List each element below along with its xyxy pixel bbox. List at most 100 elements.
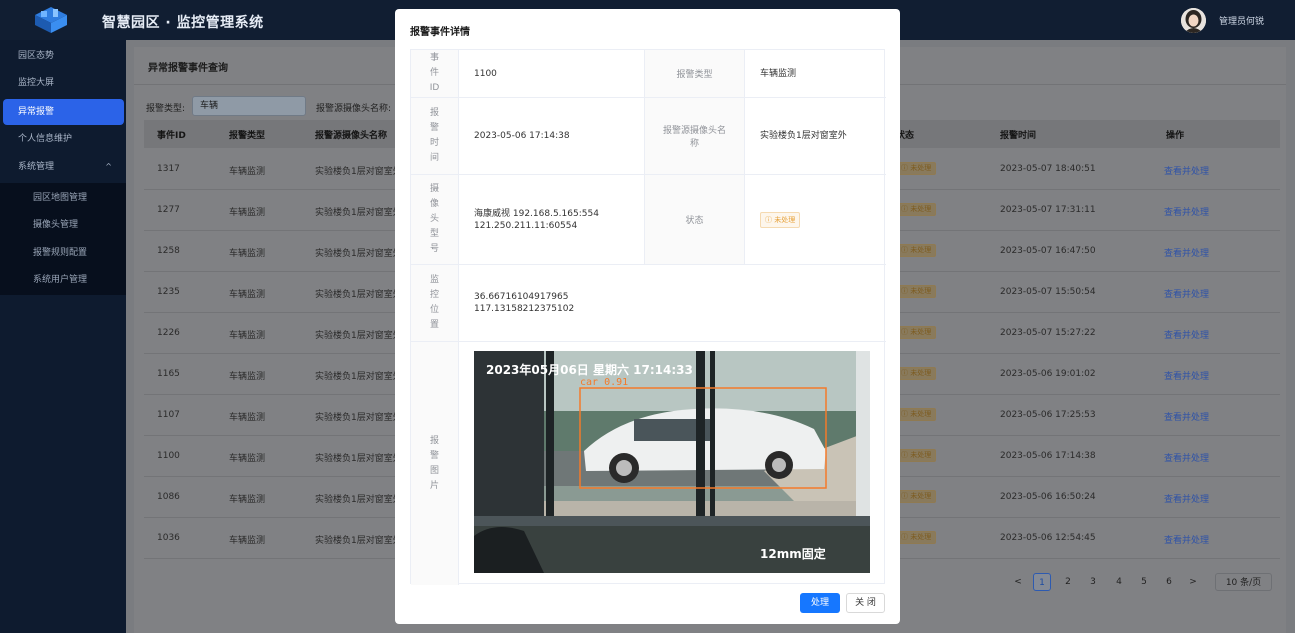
view-and-process-link[interactable]: 查看并处理 bbox=[1164, 164, 1209, 177]
view-and-process-link[interactable]: 查看并处理 bbox=[1164, 205, 1209, 218]
alarm-detail-dialog: 报警事件详情 事件ID 1100 报警类型 车辆监测 报警时间 2023-05-… bbox=[395, 9, 900, 624]
cell-alarm-type: 车辆监测 bbox=[229, 372, 266, 382]
avatar[interactable] bbox=[1181, 8, 1206, 33]
cell-alarm-type: 车辆监测 bbox=[229, 249, 266, 259]
status-badge: ⓘ 未处理 bbox=[896, 449, 937, 462]
sidebar-item-label: 系统管理 bbox=[18, 162, 55, 172]
view-and-process-link[interactable]: 查看并处理 bbox=[1164, 369, 1209, 382]
process-button[interactable]: 处理 bbox=[800, 593, 840, 613]
th-event-id: 事件ID bbox=[157, 131, 186, 141]
close-button[interactable]: 关 闭 bbox=[846, 593, 885, 613]
cell-camera-name: 实验楼负1层对窗室外 bbox=[315, 495, 402, 505]
detection-label: car 0.91 bbox=[580, 377, 628, 388]
status-badge: ⓘ 未处理 bbox=[760, 211, 801, 228]
page-2-button[interactable]: 2 bbox=[1059, 573, 1077, 591]
status-badge: ⓘ 未处理 bbox=[896, 285, 937, 298]
page-6-button[interactable]: 6 bbox=[1160, 573, 1178, 591]
status-badge: ⓘ 未处理 bbox=[896, 162, 937, 175]
filter-type-label: 报警类型: bbox=[146, 104, 186, 114]
view-and-process-link[interactable]: 查看并处理 bbox=[1164, 492, 1209, 505]
cell-event-id: 1258 bbox=[157, 246, 180, 256]
label-camera-name: 报警源摄像头名称 bbox=[645, 98, 745, 175]
cell-event-id: 1100 bbox=[157, 451, 180, 461]
value-status: ⓘ 未处理 bbox=[745, 175, 886, 265]
page-4-button[interactable]: 4 bbox=[1110, 573, 1128, 591]
label-image: 报警图片 bbox=[411, 342, 459, 585]
cell-alarm-type: 车辆监测 bbox=[229, 495, 266, 505]
cell-alarm-type: 车辆监测 bbox=[229, 167, 266, 177]
alarm-image[interactable]: car 0.91 2023年05月06日 星期六 17:14:33 12mm固定 bbox=[474, 351, 870, 573]
photo-timestamp: 2023年05月06日 星期六 17:14:33 bbox=[486, 362, 693, 377]
cell-event-id: 1165 bbox=[157, 369, 180, 379]
view-and-process-link[interactable]: 查看并处理 bbox=[1164, 533, 1209, 546]
sidebar-item-system[interactable]: 系统管理 ^ bbox=[0, 154, 126, 180]
cell-event-id: 1277 bbox=[157, 205, 180, 215]
page-size-select[interactable]: 10 条/页 bbox=[1215, 573, 1272, 591]
value-camera-name: 实验楼负1层对窗室外 bbox=[745, 98, 886, 175]
view-and-process-link[interactable]: 查看并处理 bbox=[1164, 287, 1209, 300]
sidebar-item-park-overview[interactable]: 园区态势 bbox=[0, 43, 126, 69]
camera-model-line-2: 121.250.211.11:60554 bbox=[474, 220, 578, 231]
status-badge: ⓘ 未处理 bbox=[896, 244, 937, 257]
th-camera-name: 报警源摄像头名称 bbox=[315, 131, 388, 141]
sidebar-item-users[interactable]: 系统用户管理 bbox=[0, 267, 126, 293]
value-location: 36.66716104917965 117.13158212375102 bbox=[459, 265, 886, 342]
cell-alarm-type: 车辆监测 bbox=[229, 290, 266, 300]
app-logo-icon bbox=[35, 7, 67, 33]
cell-alarm-time: 2023-05-07 15:50:54 bbox=[1000, 287, 1096, 297]
alarm-photo-icon: car 0.91 2023年05月06日 星期六 17:14:33 12mm固定 bbox=[474, 351, 870, 573]
cell-alarm-time: 2023-05-06 19:01:02 bbox=[1000, 369, 1096, 379]
app-title: 智慧园区 · 监控管理系统 bbox=[102, 15, 264, 31]
status-badge: ⓘ 未处理 bbox=[896, 203, 937, 216]
status-badge: ⓘ 未处理 bbox=[896, 367, 937, 380]
label-event-id: 事件ID bbox=[411, 50, 459, 98]
sidebar-item-cameras[interactable]: 摄像头管理 bbox=[0, 212, 126, 238]
cell-event-id: 1107 bbox=[157, 410, 180, 420]
sidebar-item-monitor-screen[interactable]: 监控大屏 bbox=[0, 70, 126, 96]
cell-camera-name: 实验楼负1层对窗室外 bbox=[315, 249, 402, 259]
cell-alarm-time: 2023-05-07 17:31:11 bbox=[1000, 205, 1096, 215]
cell-alarm-time: 2023-05-07 18:40:51 bbox=[1000, 164, 1096, 174]
sidebar-item-map[interactable]: 园区地图管理 bbox=[0, 185, 126, 211]
cell-alarm-time: 2023-05-06 17:25:53 bbox=[1000, 410, 1096, 420]
cell-camera-name: 实验楼负1层对窗室外 bbox=[315, 413, 402, 423]
value-event-id: 1100 bbox=[459, 50, 645, 98]
cell-alarm-time: 2023-05-07 16:47:50 bbox=[1000, 246, 1096, 256]
page-5-button[interactable]: 5 bbox=[1135, 573, 1153, 591]
cell-alarm-type: 车辆监测 bbox=[229, 413, 266, 423]
cell-camera-name: 实验楼负1层对窗室外 bbox=[315, 331, 402, 341]
prev-page-button[interactable]: < bbox=[1009, 573, 1027, 591]
sidebar-item-alarms[interactable]: 异常报警 bbox=[3, 99, 124, 125]
filter-camera-label: 报警源摄像头名称: bbox=[316, 104, 392, 114]
label-status: 状态 bbox=[645, 175, 745, 265]
view-and-process-link[interactable]: 查看并处理 bbox=[1164, 328, 1209, 341]
view-and-process-link[interactable]: 查看并处理 bbox=[1164, 246, 1209, 259]
page-3-button[interactable]: 3 bbox=[1084, 573, 1102, 591]
th-actions: 操作 bbox=[1166, 131, 1185, 141]
view-and-process-link[interactable]: 查看并处理 bbox=[1164, 451, 1209, 464]
cell-camera-name: 实验楼负1层对窗室外 bbox=[315, 536, 402, 546]
next-page-button[interactable]: > bbox=[1184, 573, 1202, 591]
cell-alarm-type: 车辆监测 bbox=[229, 331, 266, 341]
page-1-button[interactable]: 1 bbox=[1033, 573, 1051, 591]
cell-camera-name: 实验楼负1层对窗室外 bbox=[315, 290, 402, 300]
dialog-title: 报警事件详情 bbox=[410, 27, 470, 38]
sidebar-item-alarm-rules[interactable]: 报警规则配置 bbox=[0, 240, 126, 266]
sidebar-item-profile[interactable]: 个人信息维护 bbox=[0, 126, 126, 152]
label-alarm-type: 报警类型 bbox=[645, 50, 745, 98]
camera-model-line-1: 海康威视 192.168.5.165:554 bbox=[474, 208, 599, 219]
sidebar: 园区态势 监控大屏 异常报警 个人信息维护 系统管理 ^ 园区地图管理 摄像头管… bbox=[0, 40, 126, 633]
cell-event-id: 1235 bbox=[157, 287, 180, 297]
view-and-process-link[interactable]: 查看并处理 bbox=[1164, 410, 1209, 423]
filter-type-input[interactable]: 车辆 bbox=[192, 96, 306, 116]
cell-camera-name: 实验楼负1层对窗室外 bbox=[315, 208, 402, 218]
user-avatar-icon bbox=[1181, 8, 1206, 33]
cell-alarm-type: 车辆监测 bbox=[229, 454, 266, 464]
cell-alarm-type: 车辆监测 bbox=[229, 536, 266, 546]
user-name[interactable]: 管理员何锐 bbox=[1219, 14, 1264, 27]
label-location: 监控位置 bbox=[411, 265, 459, 342]
th-alarm-type: 报警类型 bbox=[229, 131, 266, 141]
location-lng: 117.13158212375102 bbox=[474, 304, 575, 314]
cell-event-id: 1086 bbox=[157, 492, 180, 502]
value-alarm-type: 车辆监测 bbox=[745, 50, 886, 98]
